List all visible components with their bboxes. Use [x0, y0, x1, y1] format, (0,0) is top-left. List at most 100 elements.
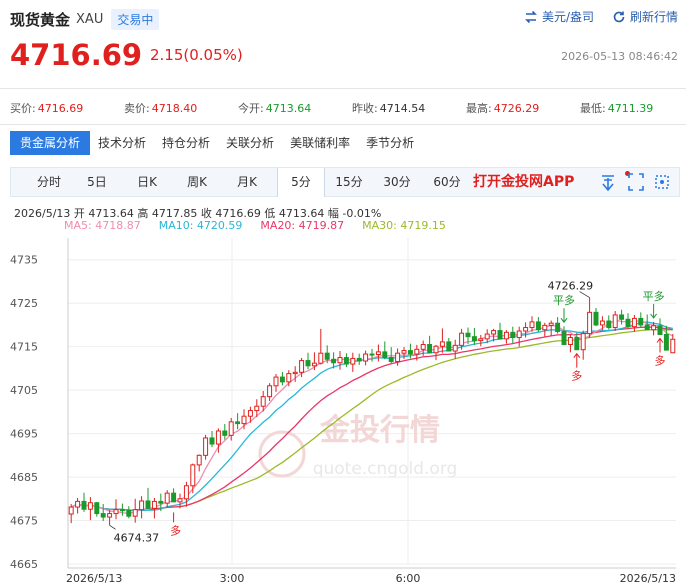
candle-body	[273, 376, 279, 387]
candle-body	[209, 437, 215, 445]
unit-switch-icon	[525, 10, 537, 23]
candle-body	[222, 430, 228, 436]
divider	[0, 88, 686, 89]
period-option[interactable]: 月K	[225, 168, 269, 196]
candle-body	[305, 360, 311, 367]
open-app-link[interactable]: 打开金投网APP	[473, 168, 574, 196]
candle-body	[68, 506, 74, 515]
candle-body	[388, 357, 394, 362]
refresh-button[interactable]: 刷新行情	[612, 8, 678, 25]
currency-unit-button[interactable]: 美元/盎司	[524, 8, 594, 25]
candle-body	[657, 325, 663, 335]
candle-body	[311, 362, 317, 367]
ma-legend-item: MA5: 4718.87	[64, 219, 141, 232]
quote-value: 4714.54	[379, 102, 426, 115]
candle-body	[663, 333, 669, 351]
candle-body	[574, 337, 580, 351]
tab-item[interactable]: 关联分析	[218, 131, 282, 155]
period-option[interactable]: 周K	[175, 168, 219, 196]
tab-item[interactable]: 技术分析	[90, 131, 154, 155]
candle-body	[497, 330, 503, 340]
period-option[interactable]: 15分	[327, 168, 371, 196]
candle-body	[375, 351, 381, 355]
candle-body	[100, 513, 106, 518]
candle-body	[292, 371, 298, 375]
candle-body	[158, 500, 164, 504]
low-annotation: 4674.37	[114, 531, 160, 544]
signal-label: 平多	[553, 293, 575, 307]
tab-item[interactable]: 贵金属分析	[10, 131, 91, 155]
instrument-title: 现货黄金 XAU 交易中	[10, 8, 160, 30]
candle-body	[241, 415, 247, 425]
tab-item[interactable]: 季节分析	[358, 131, 422, 155]
trading-status-badge: 交易中	[111, 8, 160, 30]
candle-body	[535, 321, 541, 331]
candle-body	[279, 376, 285, 383]
candle-body	[567, 337, 573, 345]
candle-body	[452, 344, 458, 352]
quote-label: 卖价:	[124, 102, 150, 115]
y-tick-label: 4705	[10, 384, 38, 397]
draw-icon[interactable]	[599, 168, 617, 206]
quote-timestamp: 2026-05-13 08:46:42	[561, 50, 678, 63]
candle-body	[299, 360, 305, 373]
candle-body	[427, 343, 433, 354]
refresh-label: 刷新行情	[629, 10, 678, 24]
ma-legend-item: MA30: 4719.15	[362, 219, 446, 232]
candle-body	[510, 331, 516, 339]
candle-body	[331, 358, 337, 364]
quote-item: 昨收: 4714.54	[352, 100, 466, 116]
low-marker-line	[109, 524, 116, 530]
signal-label: 平多	[643, 289, 665, 303]
tab-item[interactable]: 美联储利率	[282, 131, 358, 155]
candle-body	[587, 311, 593, 335]
period-option[interactable]: 日K	[125, 168, 169, 196]
candle-body	[363, 353, 369, 362]
candle-body	[555, 322, 561, 332]
watermark-brand: 金投行情	[319, 413, 440, 448]
price-change: 2.15(0.05%)	[150, 46, 243, 64]
candle-body	[523, 327, 529, 332]
candle-body	[183, 485, 189, 500]
fullscreen-icon[interactable]	[627, 168, 645, 206]
period-option[interactable]: 分时	[25, 168, 73, 196]
tab-item[interactable]: 持仓分析	[154, 131, 218, 155]
period-option[interactable]: 60分	[425, 168, 469, 196]
candle-body	[478, 338, 484, 342]
candlestick-chart[interactable]: 4735 4725 4715 4705 4695 4685 4675 4665 2026/5/1…	[0, 232, 686, 586]
x-tick-label: 2026/5/13	[66, 572, 122, 585]
watermark-url: quote.cngold.org	[313, 459, 458, 479]
candle-body	[177, 498, 183, 503]
quote-value: 4713.64	[265, 102, 312, 115]
candle-body	[439, 341, 445, 347]
candle-body	[203, 437, 209, 456]
candle-body	[542, 324, 548, 331]
candle-body	[651, 325, 657, 331]
signal-label: 多	[170, 523, 181, 537]
candle-body	[87, 502, 93, 510]
y-tick-label: 4665	[10, 558, 38, 571]
candle-body	[119, 509, 125, 512]
signal-label: 多	[571, 369, 582, 383]
candle-body	[318, 352, 324, 364]
candle-body	[132, 509, 138, 517]
analysis-tabs: 贵金属分析 技术分析 持仓分析 关联分析 美联储利率 季节分析	[10, 131, 422, 155]
period-option[interactable]: 5分	[277, 168, 325, 197]
candle-body	[606, 320, 612, 329]
y-tick-label: 4735	[10, 254, 38, 267]
period-option[interactable]: 30分	[375, 168, 419, 196]
candle-body	[190, 464, 196, 487]
candle-body	[81, 500, 87, 510]
candle-body	[420, 343, 426, 350]
candle-body	[324, 352, 330, 360]
candle-body	[407, 350, 413, 355]
candle-body	[260, 396, 266, 407]
candle-body	[107, 513, 113, 518]
candle-body	[644, 324, 650, 331]
period-option[interactable]: 5日	[77, 168, 117, 196]
candle-body	[638, 317, 644, 326]
x-tick-label: 2026/5/13	[620, 572, 676, 585]
quote-item: 今开: 4713.64	[238, 100, 352, 116]
settings-icon[interactable]	[653, 168, 671, 206]
x-tick-label: 3:00	[220, 572, 245, 585]
